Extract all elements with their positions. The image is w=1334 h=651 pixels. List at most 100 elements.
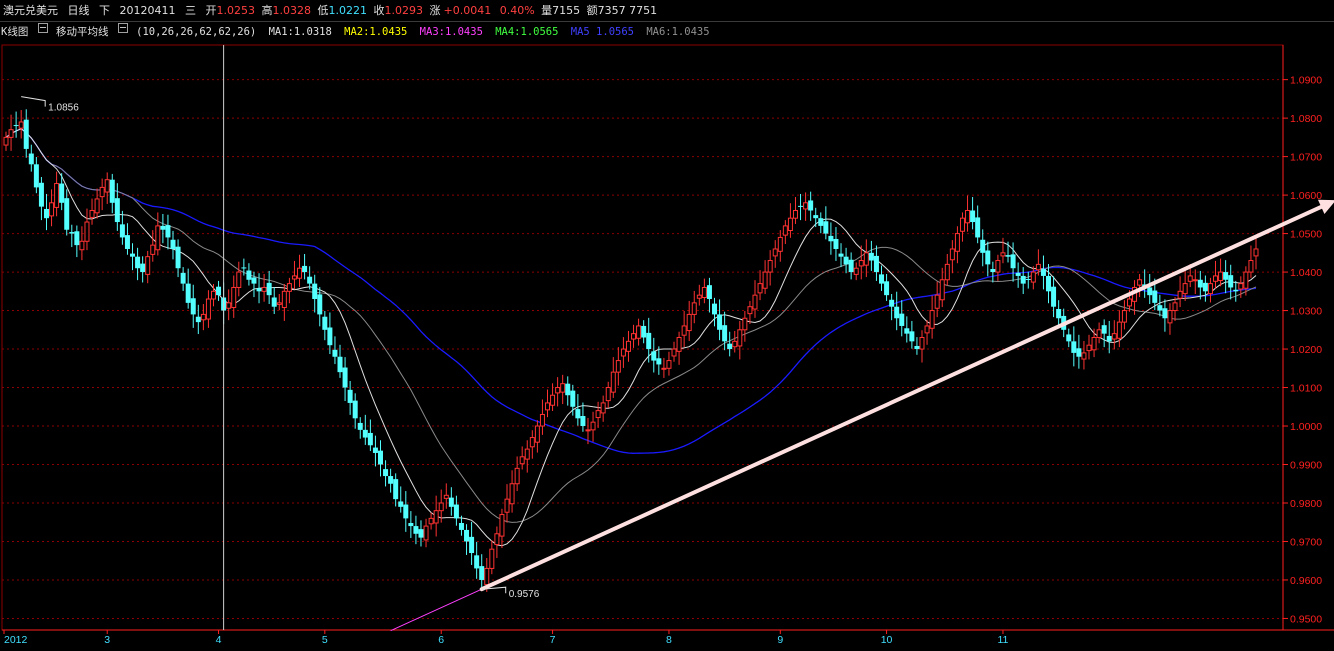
candle-down xyxy=(1233,289,1239,292)
candle-down xyxy=(180,272,186,284)
candle-up xyxy=(504,498,510,513)
candle-up xyxy=(499,514,505,537)
candle-down xyxy=(894,306,900,319)
candle-up xyxy=(1167,310,1173,324)
candle-down xyxy=(1010,254,1016,269)
y-tick-label: 1.0700 xyxy=(1290,152,1322,164)
candle-up xyxy=(671,348,677,357)
candle-up xyxy=(155,225,161,251)
candle-up xyxy=(1116,321,1122,339)
candle-up xyxy=(934,294,940,309)
candle-up xyxy=(519,456,525,465)
candle-up xyxy=(261,286,267,292)
candle-down xyxy=(312,283,318,300)
candle-down xyxy=(1071,341,1077,353)
candle-down xyxy=(909,331,915,342)
candle-down xyxy=(453,504,459,519)
candle-up xyxy=(585,429,591,432)
candle-down xyxy=(879,274,885,284)
candle-down xyxy=(712,303,718,315)
candle-down xyxy=(798,205,804,207)
candle-up xyxy=(236,271,242,288)
candle-down xyxy=(868,252,874,261)
candle-down xyxy=(828,235,834,242)
candle-up xyxy=(590,421,596,431)
candle-down xyxy=(246,270,252,280)
candle-up xyxy=(1177,290,1183,299)
candle-down xyxy=(13,125,19,127)
high-label: 1.0856 xyxy=(48,103,79,114)
candle-up xyxy=(534,425,540,443)
candle-down xyxy=(59,183,65,203)
candle-down xyxy=(1152,290,1158,303)
candle-down xyxy=(367,432,373,446)
candle-down xyxy=(175,246,181,269)
candle-up xyxy=(1126,298,1132,307)
candle-up xyxy=(1121,310,1127,323)
candle-down xyxy=(990,268,996,273)
candle-up xyxy=(84,221,90,242)
candle-down xyxy=(1051,286,1057,307)
candle-up xyxy=(539,413,545,427)
candle-down xyxy=(43,208,49,219)
candle-down xyxy=(458,523,464,530)
candle-up xyxy=(949,248,955,261)
candle-down xyxy=(170,239,176,249)
candle-down xyxy=(130,253,136,257)
candle-down xyxy=(1066,334,1072,342)
candle-up xyxy=(858,260,864,267)
candle-down xyxy=(302,265,308,273)
candle-down xyxy=(808,200,814,211)
candle-down xyxy=(843,256,849,265)
candle-up xyxy=(210,290,216,300)
candle-down xyxy=(140,263,146,273)
candle-down xyxy=(833,238,839,249)
candle-up xyxy=(1218,271,1224,282)
candle-down xyxy=(28,153,34,165)
candle-down xyxy=(332,349,338,357)
candle-up xyxy=(605,387,611,402)
y-tick-label: 1.0800 xyxy=(1290,113,1322,125)
candle-up xyxy=(1253,248,1259,257)
candle-down xyxy=(838,253,844,257)
candle-up xyxy=(792,209,798,219)
candle-down xyxy=(985,250,991,265)
candle-down xyxy=(641,325,647,338)
candle-down xyxy=(357,422,363,430)
candle-down xyxy=(717,314,723,330)
candle-up xyxy=(281,290,287,308)
y-tick-label: 1.0400 xyxy=(1290,267,1322,279)
date-axis: 2012 3 4 5 6 7 8 9 10 11 xyxy=(2,629,1334,646)
candle-up xyxy=(625,340,631,352)
x-tick-label: 7 xyxy=(550,634,556,646)
candle-down xyxy=(848,259,854,273)
candle-down xyxy=(403,504,409,519)
candle-up xyxy=(772,248,778,257)
candle-up xyxy=(205,298,211,320)
x-tick-label: 5 xyxy=(322,634,328,646)
candle-down xyxy=(899,313,905,326)
candle-down xyxy=(185,283,191,303)
candle-up xyxy=(54,183,60,208)
candle-up xyxy=(737,329,743,347)
candle-down xyxy=(216,286,222,296)
candle-down xyxy=(479,566,485,580)
x-tick-label: 10 xyxy=(881,634,893,646)
candle-down xyxy=(1005,255,1011,257)
candle-down xyxy=(33,164,39,188)
candle-down xyxy=(256,288,262,292)
candle-down xyxy=(342,367,348,388)
candle-up xyxy=(1213,275,1219,282)
candle-down xyxy=(818,218,824,226)
candle-up xyxy=(560,383,566,393)
candle-down xyxy=(474,555,480,569)
candlestick-chart[interactable]: 1.0900 1.0800 1.0700 1.0600 1.0500 1.0400 1.03… xyxy=(0,0,1334,651)
candle-down xyxy=(565,383,571,396)
candle-up xyxy=(226,302,232,309)
candle-down xyxy=(1197,279,1203,288)
candle-up xyxy=(666,360,672,369)
y-tick-label: 1.0300 xyxy=(1290,306,1322,318)
candle-up xyxy=(1182,283,1188,295)
x-tick-label: 8 xyxy=(666,634,672,646)
candle-up xyxy=(494,533,500,546)
